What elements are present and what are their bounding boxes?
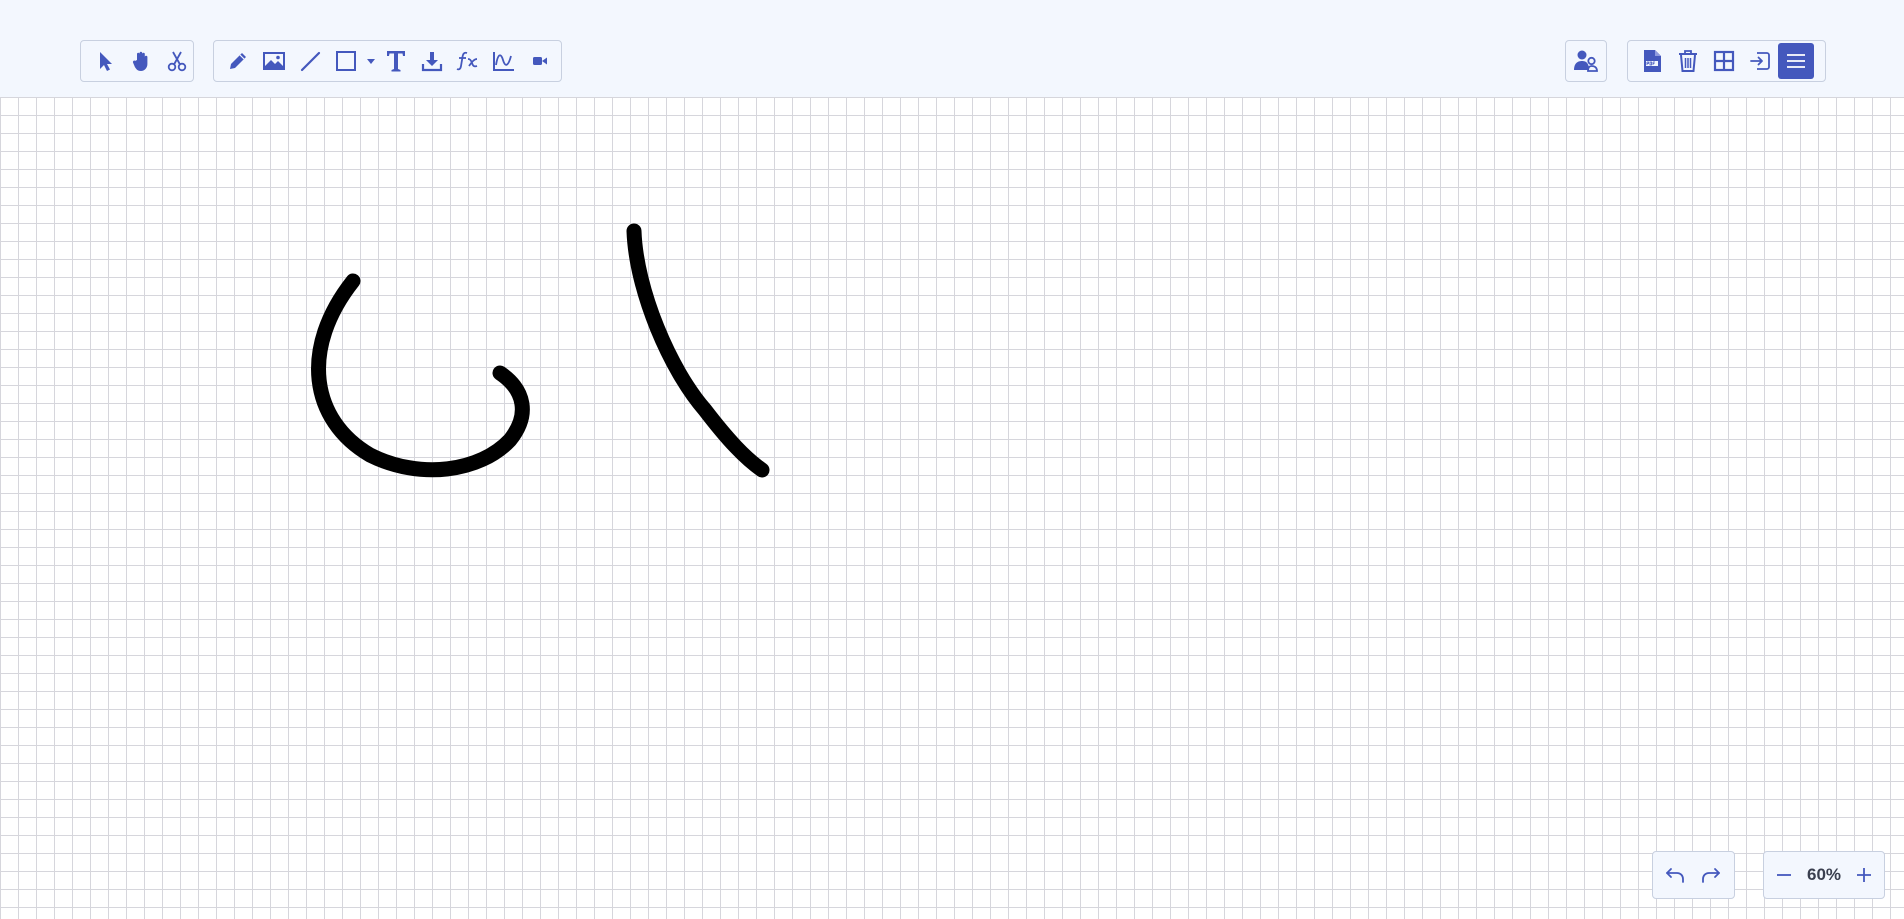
graph-tool-button[interactable] [486, 43, 522, 79]
plus-icon [1857, 868, 1871, 882]
undo-icon [1666, 868, 1684, 883]
participants-button[interactable] [1568, 43, 1604, 79]
rectangle-icon [336, 51, 356, 71]
caret-down-icon [367, 59, 375, 64]
minus-icon [1777, 874, 1791, 876]
pdf-button[interactable] [1634, 43, 1670, 79]
drawing-canvas[interactable] [0, 97, 1904, 919]
text-icon [387, 51, 405, 72]
pdf-file-icon [1644, 50, 1661, 72]
scissors-icon [167, 51, 187, 72]
grid-icon [1713, 50, 1735, 72]
text-tool-button[interactable] [378, 43, 414, 79]
users-icon [1574, 50, 1598, 72]
zoom-level: 60% [1806, 865, 1842, 884]
sign-in-icon [1750, 52, 1770, 70]
cursor-arrow-icon [100, 52, 112, 71]
pan-tool-button[interactable] [123, 43, 159, 79]
shape-dropdown-button[interactable] [364, 43, 378, 79]
video-camera-icon [533, 57, 547, 65]
select-tool-button[interactable] [87, 43, 123, 79]
fx-icon [456, 51, 478, 71]
pencil-icon [230, 53, 246, 69]
clear-button[interactable] [1670, 43, 1706, 79]
video-tool-button[interactable] [522, 43, 558, 79]
drawing-tools-group [213, 40, 562, 82]
redo-icon [1702, 868, 1720, 883]
hamburger-menu-icon [1787, 54, 1805, 68]
zoom-out-button[interactable] [1766, 857, 1802, 893]
participants-group [1565, 40, 1607, 82]
line-icon [300, 51, 321, 72]
formula-tool-button[interactable] [450, 43, 486, 79]
grid-button[interactable] [1706, 43, 1742, 79]
undo-button[interactable] [1657, 857, 1693, 893]
zoom-in-button[interactable] [1846, 857, 1882, 893]
zoom-controls: 60% [1763, 851, 1885, 899]
cut-tool-button[interactable] [159, 43, 195, 79]
pen-tool-button[interactable] [220, 43, 256, 79]
line-tool-button[interactable] [292, 43, 328, 79]
shape-tool-button[interactable] [328, 43, 364, 79]
download-tool-button[interactable] [414, 43, 450, 79]
selection-tools-group [80, 40, 194, 82]
history-controls [1652, 851, 1735, 899]
hand-icon [132, 51, 148, 71]
redo-button[interactable] [1693, 857, 1729, 893]
document-actions-group [1627, 40, 1826, 82]
menu-button[interactable] [1778, 43, 1814, 79]
exit-button[interactable] [1742, 43, 1778, 79]
download-icon [421, 52, 443, 72]
image-icon [263, 52, 285, 70]
trash-icon [1679, 50, 1697, 72]
function-graph-icon [493, 52, 514, 71]
image-tool-button[interactable] [256, 43, 292, 79]
